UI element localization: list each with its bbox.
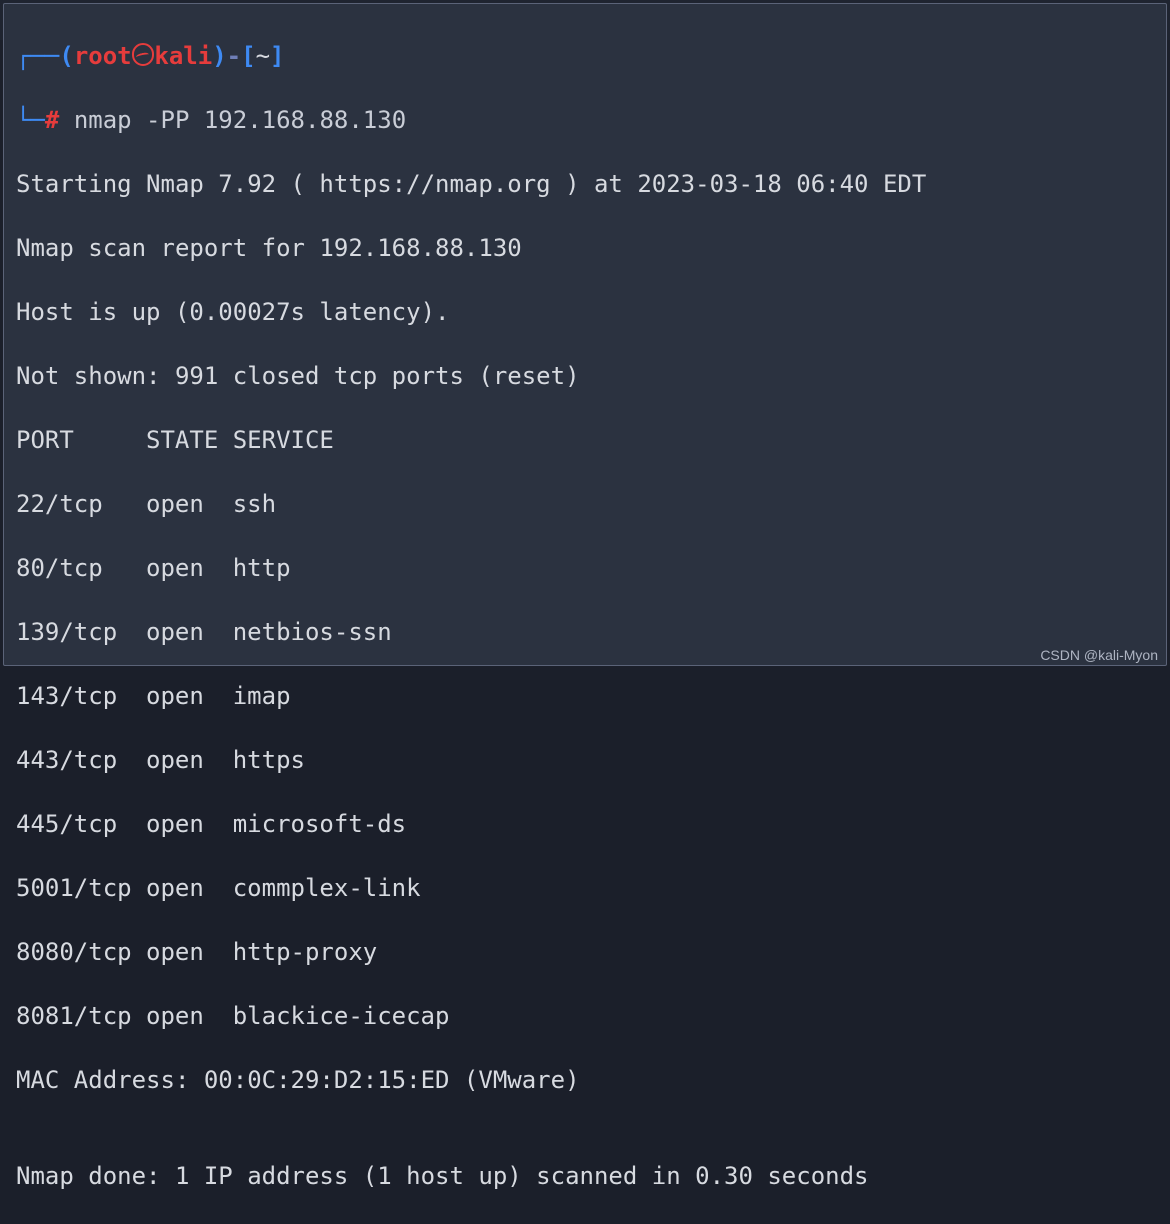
cell-port: 443/tcp bbox=[16, 744, 146, 776]
header-state: STATE bbox=[146, 424, 233, 456]
cell-service: ssh bbox=[233, 488, 276, 520]
table-row: 443/tcpopenhttps bbox=[16, 744, 1156, 776]
table-row: 139/tcpopennetbios-ssn bbox=[16, 616, 1156, 648]
header-port: PORT bbox=[16, 424, 146, 456]
terminal-window[interactable]: ┌──(root kali)-[~] └─# nmap -PP 192.168.8… bbox=[3, 3, 1167, 666]
cell-state: open bbox=[146, 552, 233, 584]
output-host: Host is up (0.00027s latency). bbox=[16, 296, 1156, 328]
watermark-text: CSDN @kali-Myon bbox=[1040, 647, 1158, 663]
cell-service: http bbox=[233, 552, 291, 584]
cell-port: 445/tcp bbox=[16, 808, 146, 840]
prompt-host: kali bbox=[154, 42, 212, 70]
prompt-user: root bbox=[74, 42, 132, 70]
prompt-corner: ┌── bbox=[16, 42, 59, 70]
prompt-corner-down: └─ bbox=[16, 106, 45, 134]
ports-header: PORTSTATESERVICE bbox=[16, 424, 1156, 456]
cell-service: http-proxy bbox=[233, 936, 378, 968]
table-row: 445/tcpopenmicrosoft-ds bbox=[16, 808, 1156, 840]
prompt-hash: # bbox=[45, 106, 59, 134]
cell-state: open bbox=[146, 936, 233, 968]
cell-state: open bbox=[146, 1000, 233, 1032]
output-done: Nmap done: 1 IP address (1 host up) scan… bbox=[16, 1160, 1156, 1192]
output-report: Nmap scan report for 192.168.88.130 bbox=[16, 232, 1156, 264]
table-row: 5001/tcpopencommplex-link bbox=[16, 872, 1156, 904]
header-service: SERVICE bbox=[233, 424, 334, 456]
prompt-rparen: ) bbox=[212, 42, 226, 70]
cell-service: blackice-icecap bbox=[233, 1000, 450, 1032]
table-row: 143/tcpopenimap bbox=[16, 680, 1156, 712]
cell-state: open bbox=[146, 488, 233, 520]
cell-service: commplex-link bbox=[233, 872, 421, 904]
cell-state: open bbox=[146, 872, 233, 904]
kali-skull-icon bbox=[132, 43, 155, 66]
table-row: 8081/tcpopenblackice-icecap bbox=[16, 1000, 1156, 1032]
cell-port: 8081/tcp bbox=[16, 1000, 146, 1032]
prompt-lbracket: [ bbox=[241, 42, 255, 70]
cell-service: imap bbox=[233, 680, 291, 712]
cell-state: open bbox=[146, 680, 233, 712]
prompt-line-1: ┌──(root kali)-[~] bbox=[16, 40, 1156, 72]
prompt-rbracket: ] bbox=[270, 42, 284, 70]
cell-port: 8080/tcp bbox=[16, 936, 146, 968]
table-row: 22/tcpopenssh bbox=[16, 488, 1156, 520]
cell-service: netbios-ssn bbox=[233, 616, 392, 648]
cell-state: open bbox=[146, 616, 233, 648]
cell-service: microsoft-ds bbox=[233, 808, 406, 840]
table-row: 80/tcpopenhttp bbox=[16, 552, 1156, 584]
cell-port: 143/tcp bbox=[16, 680, 146, 712]
cell-state: open bbox=[146, 744, 233, 776]
cell-port: 80/tcp bbox=[16, 552, 146, 584]
command-text[interactable]: nmap -PP 192.168.88.130 bbox=[74, 106, 406, 134]
prompt-dash: - bbox=[227, 42, 241, 70]
prompt-lparen: ( bbox=[59, 42, 73, 70]
cell-port: 139/tcp bbox=[16, 616, 146, 648]
prompt-cwd: ~ bbox=[256, 42, 270, 70]
output-notshown: Not shown: 991 closed tcp ports (reset) bbox=[16, 360, 1156, 392]
output-start: Starting Nmap 7.92 ( https://nmap.org ) … bbox=[16, 168, 1156, 200]
table-row: 8080/tcpopenhttp-proxy bbox=[16, 936, 1156, 968]
cell-service: https bbox=[233, 744, 305, 776]
output-mac: MAC Address: 00:0C:29:D2:15:ED (VMware) bbox=[16, 1064, 1156, 1096]
cell-state: open bbox=[146, 808, 233, 840]
cell-port: 22/tcp bbox=[16, 488, 146, 520]
prompt-line-2[interactable]: └─# nmap -PP 192.168.88.130 bbox=[16, 104, 1156, 136]
cell-port: 5001/tcp bbox=[16, 872, 146, 904]
